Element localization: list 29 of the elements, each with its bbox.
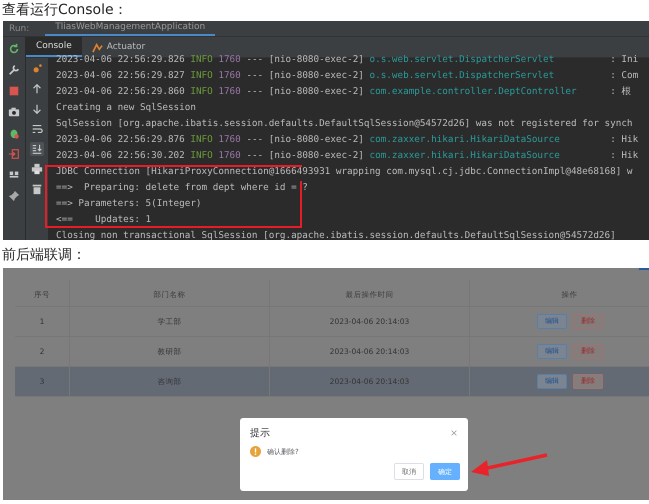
print-icon[interactable]	[30, 162, 44, 176]
rerun-icon[interactable]	[8, 43, 20, 55]
log-line: 2023-04-06 22:56:30.202 INFO 1760 --- [nio-8080-exec-2] com.zaxxer.hikari.HikariDataSource : Hik	[56, 149, 640, 163]
console-line: SqlSession [org.apache.ibatis.session.defaults.DefaultSqlSession@54572d26] was not registered for synch	[56, 117, 634, 131]
console-line: Closing non transactional SqlSession [org.apache.ibatis.session.defaults.DefaultSqlSession@54572d26]	[56, 229, 617, 240]
close-icon[interactable]	[450, 429, 458, 437]
console-line: <== Updates: 1	[56, 213, 152, 227]
log-line: 2023-04-06 22:56:29.827 INFO 1760 --- [nio-8080-exec-2] o.s.web.servlet.DispatcherServlet : Com	[56, 69, 640, 83]
wrench-icon[interactable]	[8, 64, 20, 76]
tab-indicator	[639, 268, 649, 270]
up-arrow-icon[interactable]	[30, 82, 44, 96]
log-line: 2023-04-06 22:56:29.876 INFO 1760 --- [nio-8080-exec-2] com.zaxxer.hikari.HikariDataSource : Hik	[56, 133, 640, 147]
trash-icon[interactable]	[30, 182, 44, 196]
console-line: ==> Parameters: 5(Integer)	[56, 197, 203, 211]
log-line: 2023-04-06 22:56:29.860 INFO 1760 --- [nio-8080-exec-2] com.example.controller.DeptController : 根	[56, 85, 632, 99]
intro-text: 查看运行Console：	[1, 1, 129, 20]
console-line: ==> Preparing: delete from dept where id = ?	[56, 181, 309, 195]
scroll-to-end-icon[interactable]	[30, 142, 44, 156]
stop-icon[interactable]	[8, 85, 20, 97]
wrap-icon[interactable]	[30, 122, 44, 136]
exit-icon[interactable]	[8, 148, 20, 160]
console-line: Creating a new SqlSession	[56, 101, 197, 115]
console-line: JDBC Connection [HikariProxyConnection@1666493931 wrapping com.mysql.cj.jdbc.ConnectionImpl@48e68168] w	[56, 165, 634, 179]
dialog-title: 提示	[250, 427, 270, 440]
run-label: Run:	[8, 25, 30, 36]
warning-icon	[250, 446, 261, 457]
down-arrow-icon[interactable]	[30, 102, 44, 116]
camera-icon[interactable]	[8, 106, 20, 118]
section-text: 前后端联调：	[1, 246, 87, 265]
